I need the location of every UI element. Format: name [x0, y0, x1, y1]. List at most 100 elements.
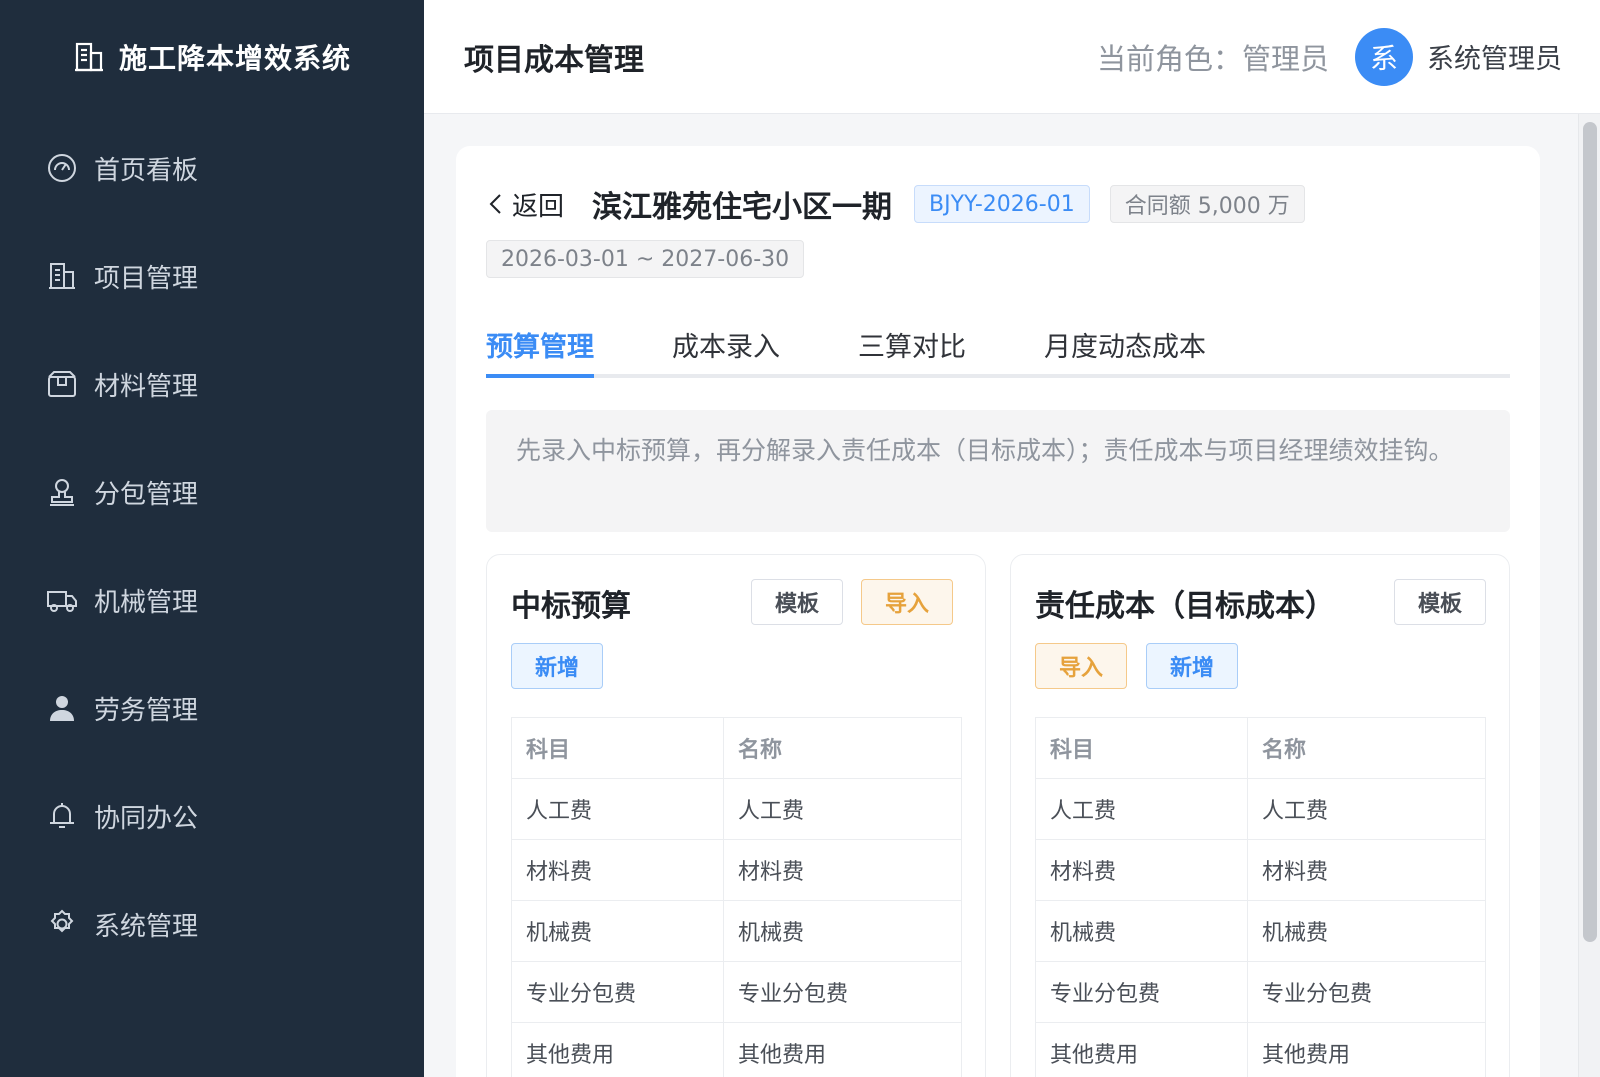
panel-title: 中标预算: [511, 589, 631, 624]
tab-budget[interactable]: 预算管理: [486, 314, 594, 378]
project-code-tag: BJYY-2026-01: [914, 185, 1090, 223]
back-button[interactable]: 返回: [486, 186, 564, 223]
user-name[interactable]: 系统管理员: [1427, 37, 1562, 76]
bid-budget-panel: 中标预算 模板 导入 新增 科目 名称 人工费 人工费 材料费 材料费 机械费 机械费…: [486, 554, 986, 1077]
sidebar-item-projects[interactable]: 项目管理: [0, 222, 424, 330]
bell-icon: [46, 800, 78, 832]
cell-name: 专业分包费: [1247, 961, 1486, 1023]
sidebar-item-dashboard[interactable]: 首页看板: [0, 114, 424, 222]
sidebar-item-labor[interactable]: 劳务管理: [0, 654, 424, 762]
project-name: 滨江雅苑住宅小区一期: [592, 190, 893, 225]
avatar[interactable]: 系: [1355, 27, 1413, 86]
chevron-left-icon: [486, 190, 506, 218]
sidebar-item-label: 系统管理: [94, 911, 199, 942]
cell-name: 材料费: [723, 839, 962, 901]
page-title: 项目成本管理: [464, 42, 644, 78]
cell-name: 其他费用: [723, 1022, 962, 1077]
panel-title: 责任成本（目标成本）: [1035, 589, 1335, 624]
user-area: 当前角色：管理员 系 系统管理员: [1096, 27, 1562, 86]
project-detail-card: 返回 滨江雅苑住宅小区一期 BJYY-2026-01 合同额 5,000 万 2…: [456, 146, 1540, 1077]
dashboard-icon: [46, 152, 78, 184]
top-header: 项目成本管理 当前角色：管理员 系 系统管理员: [424, 0, 1600, 114]
sidebar-item-label: 首页看板: [94, 155, 199, 186]
target-cost-table: 科目 名称 人工费 人工费 材料费 材料费 机械费 机械费 专业分包费 专业分包费 其他…: [1035, 717, 1486, 1077]
table-header-row: 科目 名称: [511, 717, 962, 779]
sidebar-item-label: 机械管理: [94, 587, 199, 618]
contract-amount-tag: 合同额 5,000 万: [1109, 185, 1305, 223]
cell-subject: 人工费: [1035, 778, 1248, 840]
cell-name: 材料费: [1247, 839, 1486, 901]
cell-subject: 其他费用: [511, 1022, 724, 1077]
building-icon: [46, 260, 78, 292]
table-row[interactable]: 人工费 人工费: [1035, 778, 1486, 840]
project-period-tag: 2026-03-01 ~ 2027-06-30: [486, 240, 805, 278]
truck-icon: [46, 584, 78, 616]
notice-banner: 先录入中标预算，再分解录入责任成本（目标成本）；责任成本与项目经理绩效挂钩。: [486, 410, 1510, 532]
sidebar-item-label: 项目管理: [94, 263, 199, 294]
cell-name: 机械费: [723, 900, 962, 962]
bid-budget-table: 科目 名称 人工费 人工费 材料费 材料费 机械费 机械费 专业分包费 专业分包费 其他…: [511, 717, 962, 1077]
sidebar-item-label: 劳务管理: [94, 695, 199, 726]
project-header: 返回 滨江雅苑住宅小区一期 BJYY-2026-01 合同额 5,000 万: [486, 182, 1325, 226]
sidebar-item-label: 分包管理: [94, 479, 199, 510]
cell-subject: 专业分包费: [511, 961, 724, 1023]
template-button[interactable]: 模板: [1394, 579, 1486, 625]
sidebar-item-subcontract[interactable]: 分包管理: [0, 438, 424, 546]
target-cost-panel: 责任成本（目标成本） 模板 导入 新增 科目 名称 人工费 人工费 材料费 材料费 …: [1010, 554, 1510, 1077]
content-scrollbar[interactable]: [1578, 114, 1600, 1077]
import-button[interactable]: 导入: [861, 579, 953, 625]
table-row[interactable]: 机械费 机械费: [1035, 900, 1486, 962]
brand: 施工降本增效系统: [0, 0, 424, 114]
table-row[interactable]: 人工费 人工费: [511, 778, 962, 840]
cell-subject: 专业分包费: [1035, 961, 1248, 1023]
table-row[interactable]: 材料费 材料费: [1035, 839, 1486, 901]
cell-subject: 材料费: [511, 839, 724, 901]
tab-cost-entry[interactable]: 成本录入: [672, 314, 780, 374]
scroll-thumb[interactable]: [1583, 122, 1597, 942]
sidebar-item-machinery[interactable]: 机械管理: [0, 546, 424, 654]
column-header-name: 名称: [723, 717, 962, 779]
cell-name: 机械费: [1247, 900, 1486, 962]
user-icon: [46, 692, 78, 724]
cell-name: 专业分包费: [723, 961, 962, 1023]
table-row[interactable]: 专业分包费 专业分包费: [511, 961, 962, 1023]
column-header-subject: 科目: [1035, 717, 1248, 779]
table-row[interactable]: 其他费用 其他费用: [511, 1022, 962, 1077]
tab-three-comparison[interactable]: 三算对比: [858, 314, 966, 374]
template-button[interactable]: 模板: [751, 579, 843, 625]
building-icon: [73, 41, 105, 73]
back-label: 返回: [512, 191, 565, 222]
sidebar-item-materials[interactable]: 材料管理: [0, 330, 424, 438]
cell-subject: 机械费: [511, 900, 724, 962]
stamp-icon: [46, 476, 78, 508]
sidebar-nav: 首页看板 项目管理 材料管理 分包管理 机械管理 劳务管理 协同办公 系统管理: [0, 114, 424, 978]
tab-monthly-cost[interactable]: 月度动态成本: [1044, 314, 1206, 374]
cell-subject: 其他费用: [1035, 1022, 1248, 1077]
sidebar-item-label: 协同办公: [94, 803, 199, 834]
cell-subject: 材料费: [1035, 839, 1248, 901]
table-row[interactable]: 机械费 机械费: [511, 900, 962, 962]
brand-title: 施工降本增效系统: [118, 42, 351, 75]
cell-name: 其他费用: [1247, 1022, 1486, 1077]
table-row[interactable]: 专业分包费 专业分包费: [1035, 961, 1486, 1023]
table-header-row: 科目 名称: [1035, 717, 1486, 779]
box-icon: [46, 368, 78, 400]
table-row[interactable]: 材料费 材料费: [511, 839, 962, 901]
gear-icon: [46, 908, 78, 940]
add-button[interactable]: 新增: [511, 643, 603, 689]
add-button[interactable]: 新增: [1146, 643, 1238, 689]
current-role: 当前角色：管理员: [1096, 41, 1329, 76]
cell-name: 人工费: [723, 778, 962, 840]
sidebar: 施工降本增效系统 首页看板 项目管理 材料管理 分包管理 机械管理 劳务管理 协…: [0, 0, 424, 1077]
column-header-subject: 科目: [511, 717, 724, 779]
sidebar-item-office[interactable]: 协同办公: [0, 762, 424, 870]
cell-subject: 机械费: [1035, 900, 1248, 962]
column-header-name: 名称: [1247, 717, 1486, 779]
sidebar-item-label: 材料管理: [94, 371, 199, 402]
cell-name: 人工费: [1247, 778, 1486, 840]
sidebar-item-system[interactable]: 系统管理: [0, 870, 424, 978]
table-row[interactable]: 其他费用 其他费用: [1035, 1022, 1486, 1077]
import-button[interactable]: 导入: [1035, 643, 1127, 689]
cell-subject: 人工费: [511, 778, 724, 840]
cost-tabs: 预算管理 成本录入 三算对比 月度动态成本: [486, 314, 1510, 378]
